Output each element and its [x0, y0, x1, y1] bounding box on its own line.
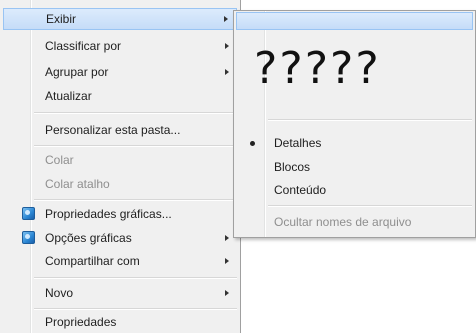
- menu-item-novo[interactable]: Novo: [3, 282, 237, 304]
- menu-item-label: Classificar por: [45, 39, 122, 53]
- menu-item-label: Propriedades: [45, 315, 117, 329]
- submenu-item-label: Conteúdo: [274, 183, 327, 197]
- submenu-arrow-icon: [225, 258, 229, 264]
- menu-item-opcoes-graficas[interactable]: Opções gráficas: [3, 227, 237, 249]
- exibir-submenu: ????? Detalhes Blocos Conteúdo Ocultar n…: [233, 10, 476, 238]
- menu-item-personalizar-pasta[interactable]: Personalizar esta pasta...: [3, 119, 237, 141]
- submenu-item-conteudo[interactable]: Conteúdo: [236, 179, 473, 201]
- submenu-item-label: Detalhes: [274, 136, 322, 150]
- graphics-properties-icon: [22, 207, 35, 220]
- menu-item-label: Agrupar por: [45, 65, 109, 79]
- menu-item-agrupar-por[interactable]: Agrupar por: [3, 61, 237, 83]
- menu-item-label: Opções gráficas: [45, 231, 132, 245]
- menu-item-label: Novo: [45, 286, 74, 300]
- menu-item-colar: Colar: [3, 149, 237, 171]
- submenu-item-label: Ocultar nomes de arquivo: [274, 215, 412, 229]
- menu-separator: [34, 112, 237, 114]
- menu-item-propriedades[interactable]: Propriedades: [3, 311, 237, 333]
- submenu-item-label: Blocos: [274, 160, 311, 174]
- menu-item-label: Colar: [45, 153, 74, 167]
- menu-item-classificar-por[interactable]: Classificar por: [3, 35, 237, 57]
- menu-separator: [34, 199, 237, 201]
- menu-item-label: Exibir: [46, 12, 77, 26]
- menu-item-label: Atualizar: [45, 89, 92, 103]
- menu-item-colar-atalho: Colar atalho: [3, 173, 237, 195]
- submenu-arrow-icon: [225, 290, 229, 296]
- menu-separator: [34, 308, 237, 310]
- submenu-title-text: ?????: [254, 43, 381, 94]
- context-menu: Exibir Classificar por Agrupar por Atual…: [0, 0, 241, 333]
- menu-separator: [34, 277, 237, 279]
- menu-item-compartilhar-com[interactable]: Compartilhar com: [3, 250, 237, 272]
- submenu-item-detalhes[interactable]: Detalhes: [236, 132, 473, 154]
- menu-item-label: Compartilhar com: [45, 254, 140, 268]
- menu-item-propriedades-graficas[interactable]: Propriedades gráficas...: [3, 203, 237, 225]
- submenu-item-ocultar-nomes: Ocultar nomes de arquivo: [236, 211, 473, 233]
- menu-item-atualizar[interactable]: Atualizar: [3, 85, 237, 107]
- submenu-arrow-icon: [224, 16, 228, 22]
- menu-item-label: Colar atalho: [45, 177, 110, 191]
- menu-item-label: Propriedades gráficas...: [45, 207, 172, 221]
- submenu-arrow-icon: [225, 43, 229, 49]
- submenu-item-blocos[interactable]: Blocos: [236, 156, 473, 178]
- menu-item-exibir[interactable]: Exibir: [3, 8, 237, 30]
- submenu-arrow-icon: [225, 235, 229, 241]
- menu-separator: [268, 205, 472, 207]
- menu-item-label: Personalizar esta pasta...: [45, 123, 181, 137]
- graphics-options-icon: [22, 231, 35, 244]
- submenu-arrow-icon: [225, 69, 229, 75]
- submenu-top-item[interactable]: [236, 12, 473, 30]
- menu-separator: [268, 119, 472, 121]
- selected-bullet-icon: [250, 141, 255, 146]
- menu-separator: [34, 145, 237, 147]
